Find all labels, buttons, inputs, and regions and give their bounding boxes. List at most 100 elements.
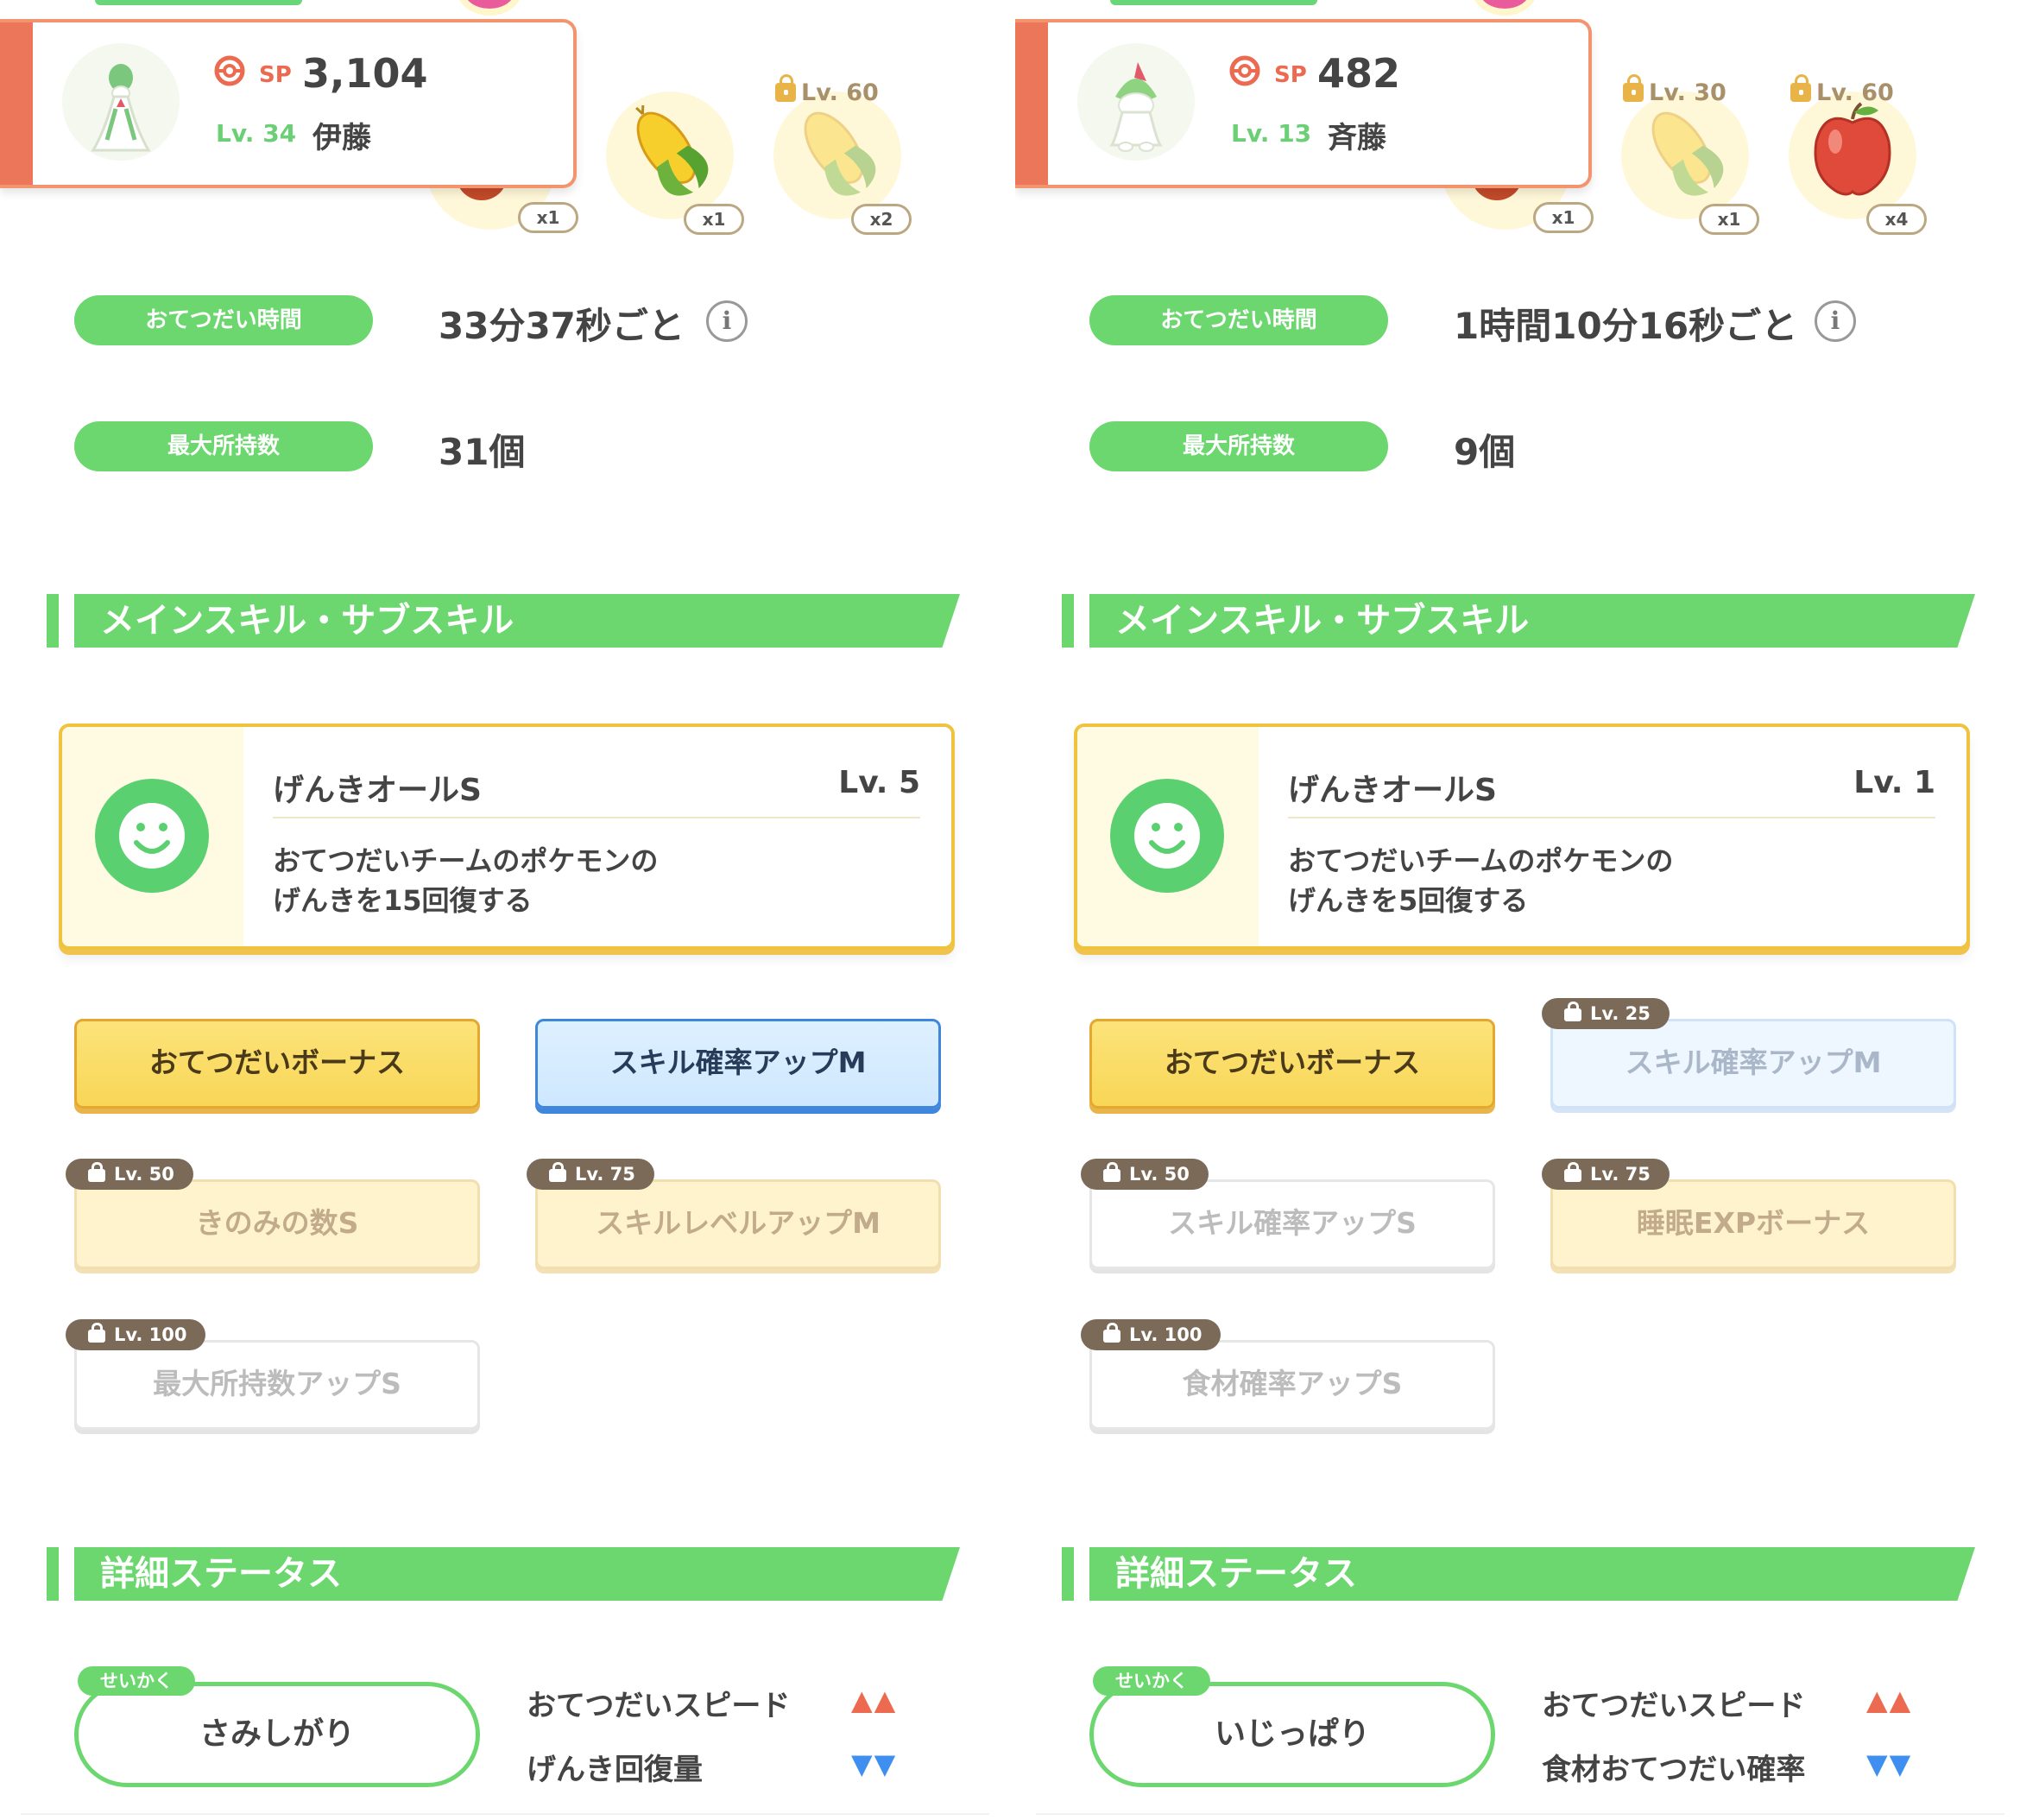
main-skill-name: げんきオールS	[273, 773, 482, 808]
nature-effect-up-label: おてつだいスピード	[1542, 1689, 1806, 1723]
help-time-label: おてつだい時間	[74, 295, 373, 345]
section-title: 詳細ステータス	[100, 1554, 342, 1594]
smile-icon	[1110, 779, 1224, 893]
sub-skill-lock-tag: Lv. 50	[1081, 1159, 1209, 1190]
top-tab-edge	[95, 0, 302, 5]
sub-skill-2[interactable]: スキル確率アップM	[535, 1019, 941, 1109]
sub-skill-4[interactable]: 睡眠EXPボーナス	[1550, 1179, 1956, 1269]
sp-label: SP	[259, 62, 292, 88]
pokemon-level: Lv. 34	[216, 119, 297, 148]
pokemon-detail-panel-left: x1 SP 3,104 Lv. 34 伊藤 x1 Lv. 60 x2 おてつだい…	[0, 0, 1010, 1820]
ralts-icon	[1109, 62, 1163, 152]
down-arrow-icon: ▼▼	[851, 1747, 898, 1780]
divider	[1288, 817, 1935, 818]
sub-skill-1[interactable]: おてつだいボーナス	[1089, 1019, 1495, 1109]
main-skill-description: おてつだいチームのポケモンの げんきを5回復する	[1288, 844, 1674, 917]
section-title: 詳細ステータス	[1115, 1554, 1357, 1594]
nature-value[interactable]: さみしがり	[74, 1682, 480, 1787]
main-skill-card[interactable]: げんきオールS Lv. 1 おてつだいチームのポケモンの げんきを5回復する	[1074, 724, 1970, 950]
info-icon[interactable]: i	[706, 300, 748, 342]
sub-skill-1[interactable]: おてつだいボーナス	[74, 1019, 480, 1109]
pokeball-icon	[214, 55, 245, 86]
ingredient-slot-3[interactable]: Lv. 60 x2	[768, 74, 912, 235]
ingredient-qty-badge: x1	[518, 202, 578, 233]
divider	[273, 817, 920, 818]
pokemon-detail-panel-right: x1 SP 482 Lv. 13 斉藤 Lv. 30 x1 Lv. 60 x4 …	[1015, 0, 2020, 1820]
ingredient-qty-badge: x1	[684, 204, 744, 235]
info-icon[interactable]: i	[1815, 300, 1856, 342]
pokemon-summary-card[interactable]: SP 3,104 Lv. 34 伊藤	[0, 19, 577, 188]
nature-tag: せいかく	[1093, 1666, 1210, 1696]
pokemon-level: Lv. 13	[1231, 119, 1312, 148]
pokemon-summary-card[interactable]: SP 482 Lv. 13 斉藤	[1015, 19, 1592, 188]
lock-icon	[549, 1162, 566, 1182]
lock-icon	[1564, 1002, 1581, 1021]
lock-icon	[88, 1323, 105, 1343]
max-carry-label: 最大所持数	[1089, 421, 1388, 471]
max-carry-value: 31個	[439, 431, 526, 473]
ingredient-qty-badge: x1	[1699, 204, 1759, 235]
pokeball-icon	[1229, 55, 1260, 86]
main-skill-name: げんきオールS	[1288, 773, 1497, 808]
pokemon-nickname: 斉藤	[1328, 121, 1386, 155]
sub-skill-lock-tag: Lv. 50	[66, 1159, 193, 1190]
card-accent-stripe	[0, 22, 33, 185]
max-carry-value: 9個	[1454, 431, 1516, 473]
banner-bar	[47, 594, 59, 648]
down-arrow-icon: ▼▼	[1866, 1747, 1913, 1780]
lock-icon	[1790, 74, 1811, 102]
ingredient-slot-2[interactable]: Lv. 30 x1	[1616, 74, 1759, 235]
divider	[21, 1813, 989, 1815]
sub-skill-5[interactable]: 食材確率アップS	[1089, 1340, 1495, 1430]
nature-value[interactable]: いじっぱり	[1089, 1682, 1495, 1787]
ingredient-qty-badge: x4	[1866, 204, 1927, 235]
help-time-value: 33分37秒ごと	[439, 305, 685, 347]
up-arrow-icon: ▲▲	[1866, 1684, 1913, 1716]
nature-effect-up-label: おてつだいスピード	[527, 1689, 791, 1723]
section-title: メインスキル・サブスキル	[100, 601, 514, 641]
banner-bar	[1062, 594, 1074, 648]
sub-skill-3[interactable]: きのみの数S	[74, 1179, 480, 1269]
main-skill-level: Lv. 5	[838, 765, 920, 800]
banner-bar	[1062, 1547, 1074, 1601]
sub-skill-lock-tag: Lv. 100	[66, 1319, 206, 1350]
help-time-label: おてつだい時間	[1089, 295, 1388, 345]
section-title: メインスキル・サブスキル	[1115, 601, 1530, 641]
pokemon-avatar	[62, 43, 180, 161]
sub-skill-2[interactable]: スキル確率アップM	[1550, 1019, 1956, 1109]
ingredient-slot-3[interactable]: Lv. 60 x4	[1783, 74, 1927, 235]
corn-icon	[635, 104, 709, 196]
lock-icon	[1103, 1162, 1120, 1182]
main-skill-level: Lv. 1	[1853, 765, 1935, 800]
lock-icon	[775, 74, 796, 102]
main-skill-card[interactable]: げんきオールS Lv. 5 おてつだいチームのポケモンの げんきを15回復する	[59, 724, 955, 950]
help-time-value: 1時間10分16秒ごと	[1454, 305, 1798, 347]
ingredient-unlock-level: Lv. 60	[1790, 74, 1894, 106]
nature-tag: せいかく	[78, 1666, 195, 1696]
main-skill-description: おてつだいチームのポケモンの げんきを15回復する	[273, 844, 659, 917]
up-arrow-icon: ▲▲	[851, 1684, 898, 1716]
comparison-screen: x1 SP 3,104 Lv. 34 伊藤 x1 Lv. 60 x2 おてつだい…	[0, 0, 2020, 1820]
berry-icon	[1480, 0, 1530, 9]
sp-value: 3,104	[302, 50, 428, 97]
corn-icon	[804, 111, 876, 196]
lock-icon	[1564, 1162, 1581, 1182]
lock-icon	[88, 1162, 105, 1182]
status-section-header: 詳細ステータス	[1062, 1547, 1975, 1601]
pokemon-nickname: 伊藤	[312, 121, 371, 155]
sp-label: SP	[1274, 62, 1307, 88]
card-accent-stripe	[1015, 22, 1048, 185]
top-tab-edge	[1110, 0, 1317, 5]
skills-section-header: メインスキル・サブスキル	[1062, 594, 1975, 648]
corn-icon	[1651, 111, 1724, 196]
sub-skill-lock-tag: Lv. 75	[1542, 1159, 1670, 1190]
ingredient-slot-2[interactable]: x1	[601, 86, 744, 235]
sub-skill-3[interactable]: スキル確率アップS	[1089, 1179, 1495, 1269]
apple-icon	[1814, 102, 1891, 196]
ingredient-qty-badge: x2	[851, 204, 912, 235]
sub-skill-4[interactable]: スキルレベルアップM	[535, 1179, 941, 1269]
sub-skill-5[interactable]: 最大所持数アップS	[74, 1340, 480, 1430]
skills-section-header: メインスキル・サブスキル	[47, 594, 960, 648]
berry-icon	[464, 0, 514, 9]
sub-skill-lock-tag: Lv. 75	[527, 1159, 654, 1190]
